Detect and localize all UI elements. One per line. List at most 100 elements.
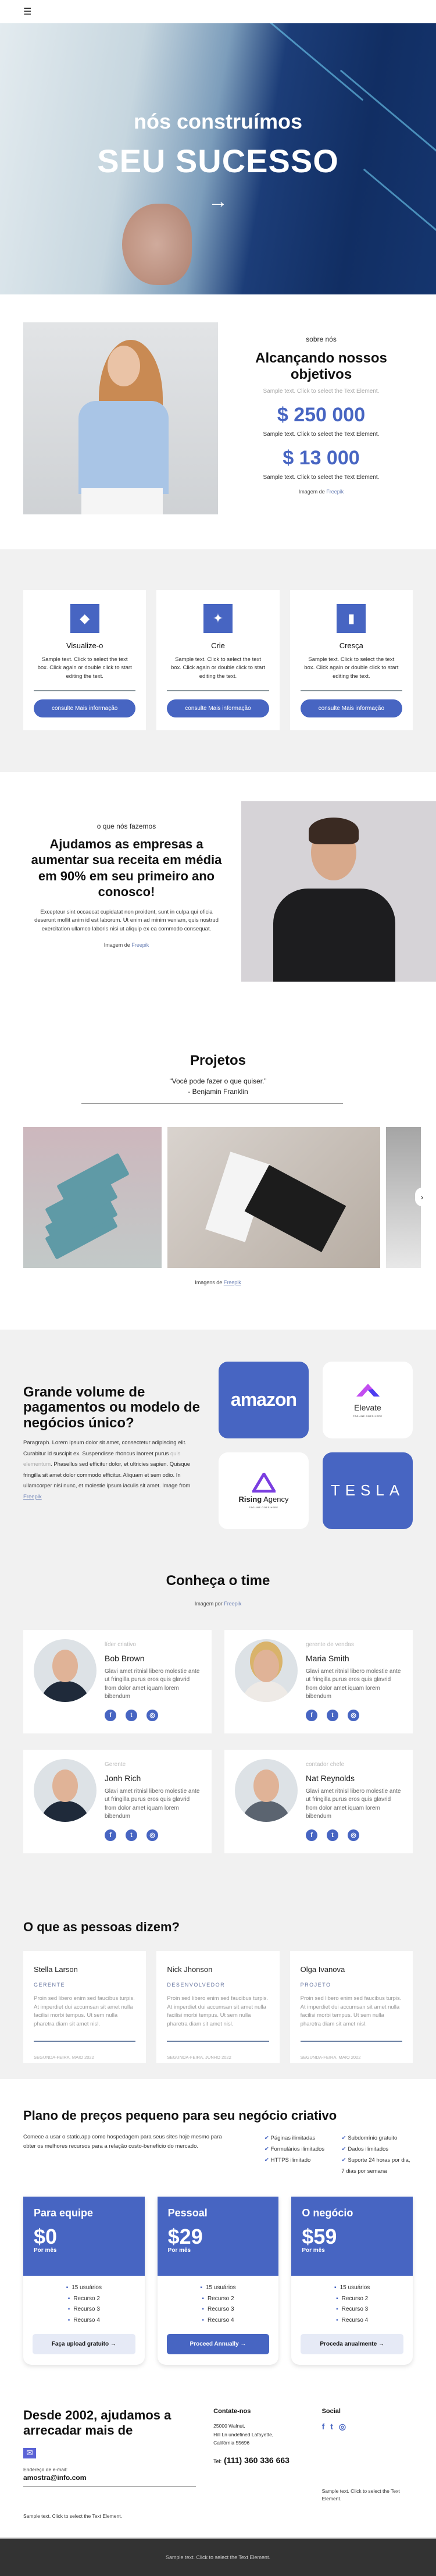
gallery-image-business-cards[interactable] [167,1127,380,1268]
facebook-icon[interactable]: f [105,1829,116,1841]
stat-caption: Sample text. Click to select the Text El… [263,474,380,481]
instagram-icon[interactable]: ◎ [348,1829,359,1841]
instagram-icon[interactable]: ◎ [339,2422,346,2432]
more-info-button[interactable]: consulte Mais informação [300,699,402,717]
member-bio: Glavi amet ritnisl libero molestie ante … [105,1788,200,1820]
facebook-icon[interactable]: f [105,1709,116,1721]
feature-text: Sample text. Click to select the text bo… [170,656,266,680]
clients-paragraph: Paragraph. Lorem ipsum dolor sit amet, c… [23,1440,191,1500]
pricing-features: ✔ Páginas ilimitadas ✔ Subdomínio gratuito… [265,2133,413,2177]
instagram-icon[interactable]: ◎ [348,1709,359,1721]
arrow-right-icon[interactable]: → [208,190,228,213]
stat-value: $ 13 000 [283,447,360,470]
image-credit: Imagem por Freepik [194,1600,242,1607]
divider [23,2486,196,2487]
testimonial-name: Nick Jhonson [167,1964,213,1974]
facebook-icon[interactable]: f [306,1709,317,1721]
instagram-icon[interactable]: ◎ [146,1829,158,1841]
gallery-image-books[interactable] [23,1127,162,1268]
facebook-icon[interactable]: f [322,2422,325,2432]
divider [167,690,269,691]
pricing-section: Plano de preços pequeno para seu negócio… [0,2078,436,2389]
freepik-link[interactable]: Freepik [326,489,344,495]
what-title: Ajudamos as empresas a aumentar sua rece… [31,836,222,900]
testimonials-title: O que as pessoas dizem? [23,1919,180,1934]
email-address[interactable]: amostra@info.com [23,2474,196,2482]
contact-heading: Contate-nos [213,2408,251,2415]
tesla-logo: TESLA [323,1452,413,1529]
member-name: Nat Reynolds [306,1773,355,1783]
feature-text: Sample text. Click to select the text bo… [304,656,399,680]
quote: “Você pode fazer o que quiser.” - Benjam… [0,1076,436,1097]
about-photo [23,322,218,514]
twitter-icon[interactable]: t [327,1709,338,1721]
what-photo [241,801,436,982]
about-muted-text: Sample text. Click to select the Text El… [263,388,380,395]
plan-period: Por mês [302,2247,325,2254]
twitter-icon[interactable]: t [330,2422,333,2432]
feature-item: ✔ Dados ilimitados [341,2146,389,2153]
feature-title: Cresça [339,641,363,650]
testimonial-card: Olga Ivanova PROJETO Proin sed libero en… [290,1950,413,2063]
plan-price: $29 [167,2225,203,2249]
shapes-icon: ◆ [70,604,99,633]
testimonial-name: Stella Larson [34,1964,78,1974]
member-name: Jonh Rich [105,1773,141,1783]
member-bio: Glavi amet ritnisl libero molestie ante … [105,1668,200,1700]
member-name: Bob Brown [105,1653,145,1663]
freepik-link[interactable]: Freepik [131,942,149,948]
check-icon: ✔ [264,2157,269,2164]
avatar [34,1758,97,1822]
what-kicker: o que nós fazemos [97,822,156,830]
testimonial-role: PROJETO [300,1981,331,1988]
team-member-card: gerente de vendas Maria Smith Glavi amet… [224,1629,413,1733]
twitter-icon[interactable]: t [327,1829,338,1841]
more-info-button[interactable]: consulte Mais informação [34,699,136,717]
hero-subtitle: nós construímos [133,109,303,133]
growth-chart-icon: ▮ [337,604,366,633]
freepik-link[interactable]: Freepik [224,1601,241,1607]
amazon-logo: amazon [219,1361,309,1438]
feature-title: Visualize-o [66,641,103,650]
project-gallery: › [0,1127,436,1268]
team-member-card: líder criativo Bob Brown Glavi amet ritn… [23,1629,212,1733]
pricing-intro: Comece a usar o static.app como hospedag… [23,2134,222,2149]
testimonial-date: SEGUNDA-FEIRA, MAIO 2022 [34,2054,94,2060]
testimonial-text: Proin sed libero enim sed faucibus turpi… [300,1995,402,2028]
plan-name: Para equipe [34,2207,94,2219]
member-bio: Glavi amet ritnisl libero molestie ante … [306,1788,401,1820]
plan-price: $59 [302,2225,337,2249]
features-section: ◆ Visualize-o Sample text. Click to sele… [0,549,436,772]
testimonial-date: SEGUNDA-FEIRA, JUNHO 2022 [167,2054,231,2060]
phone: Tel: (111) 360 336 663 [213,2455,290,2465]
divider [167,2040,269,2042]
hero-title: SEU SUCESSO [97,143,339,179]
check-icon: ✔ [341,2135,346,2142]
vector-icon: ✦ [203,604,233,633]
more-info-button[interactable]: consulte Mais informação [167,699,269,717]
freepik-link[interactable]: Freepik [23,1494,42,1500]
instagram-icon[interactable]: ◎ [146,1709,158,1721]
social-sample-text: Sample text. Click to select the Text El… [321,2488,400,2502]
proceed-annually-button[interactable]: Proceed Annually → [166,2334,270,2355]
rising-agency-logo: Rising Agency TAGLINE GOES HERE [219,1452,309,1529]
proceda-anualmente-button[interactable]: Proceda anualmente → [301,2334,403,2355]
plan-name: O negócio [302,2207,353,2219]
envelope-icon: ✉ [23,2447,36,2458]
feature-text: Sample text. Click to select the text bo… [37,656,132,680]
image-credit: Imagem de Freepik [103,941,149,948]
about-title: Alcançando nossos objetivos [255,350,387,382]
freepik-link[interactable]: Freepik [224,1280,241,1285]
pricing-plan-card: Pessoal$29Por mês 15 usuáriosRecurso 2Re… [157,2197,279,2365]
testimonial-card: Nick Jhonson DESENVOLVEDOR Proin sed lib… [156,1950,280,2063]
feature-item: ✔ Subdomínio gratuito [341,2135,398,2142]
testimonial-text: Proin sed libero enim sed faucibus turpi… [34,1995,135,2028]
pricing-title: Plano de preços pequeno para seu negócio… [23,2108,337,2123]
twitter-icon[interactable]: t [126,1709,137,1721]
facebook-icon[interactable]: f [306,1829,317,1841]
pricing-plan-card: O negócio$59Por mês 15 usuáriosRecurso 2… [291,2197,413,2365]
twitter-icon[interactable]: t [126,1829,137,1841]
hamburger-icon[interactable]: ☰ [23,6,31,17]
upload-free-button[interactable]: Faça upload gratuito → [33,2334,135,2355]
chevron-right-icon[interactable]: › [415,1187,429,1206]
